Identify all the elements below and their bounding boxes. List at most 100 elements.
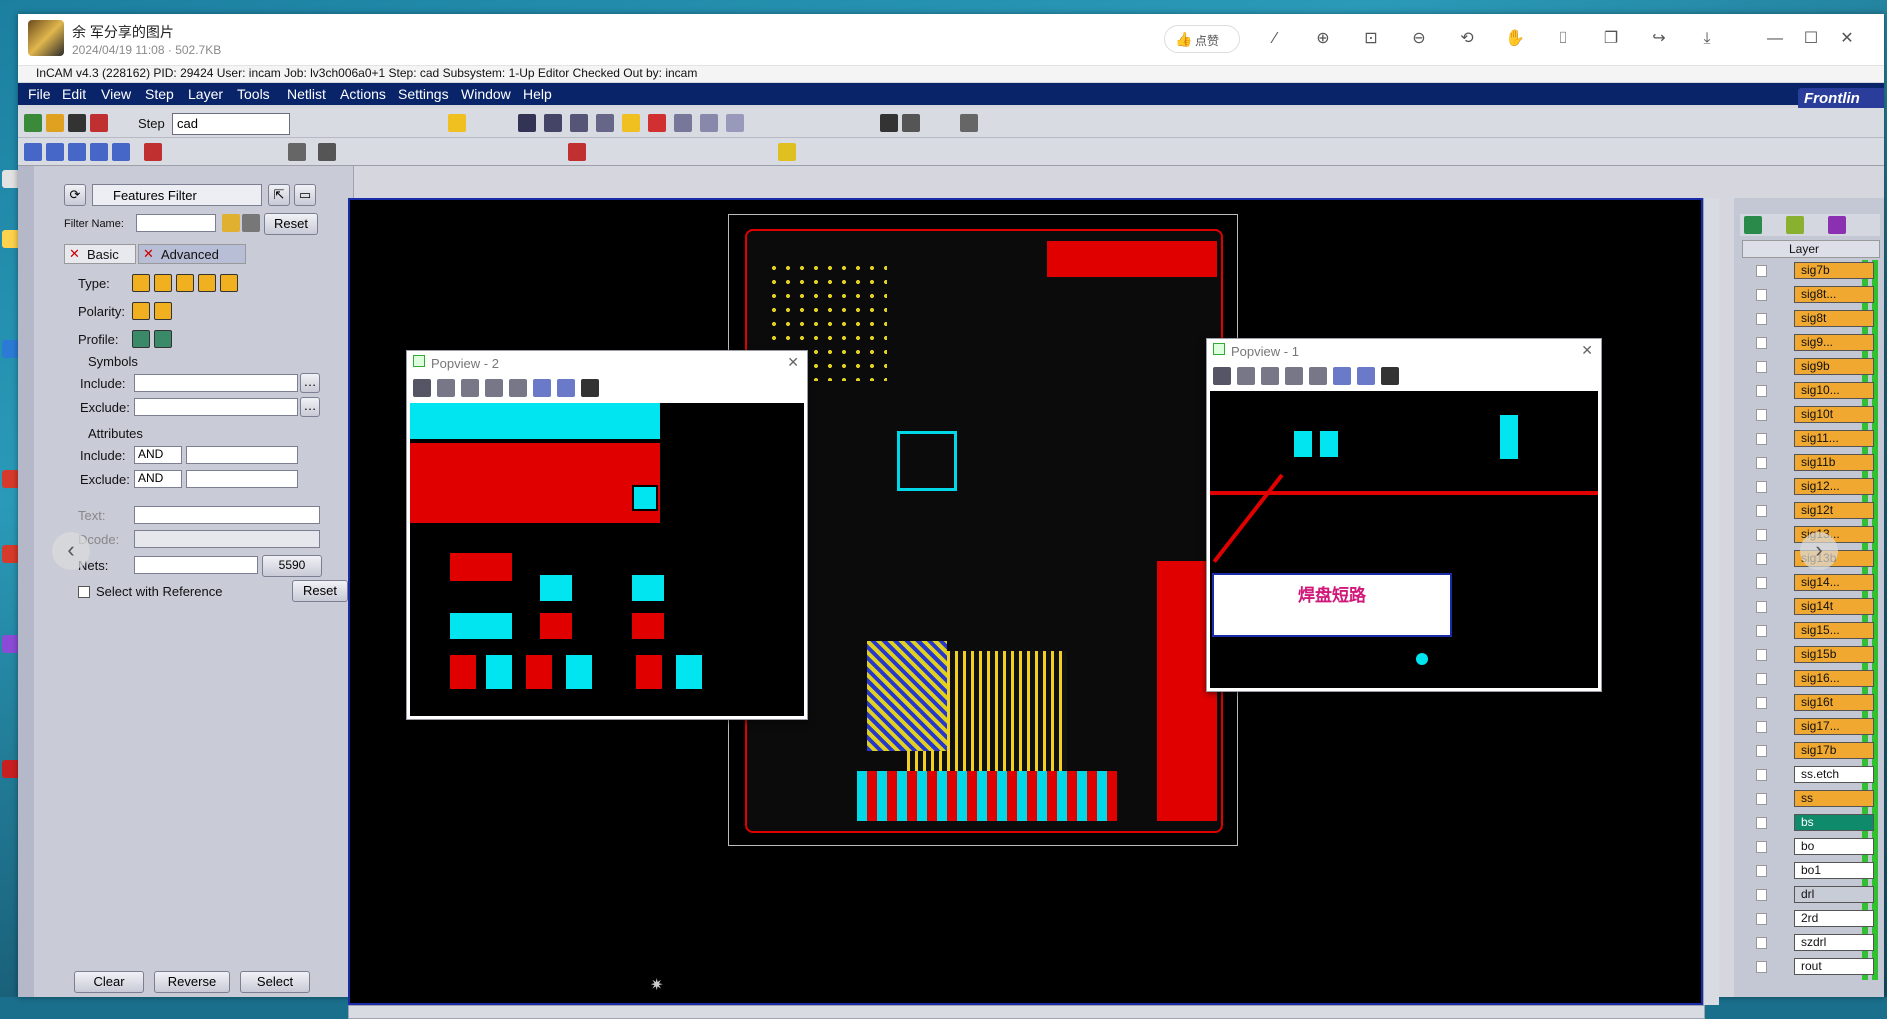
add-feature-icon[interactable] xyxy=(24,143,42,161)
clear-button[interactable]: Clear xyxy=(74,971,144,993)
profile-outside-icon[interactable] xyxy=(154,330,172,348)
layer-item[interactable]: sig14... xyxy=(1794,574,1874,591)
layer-checkbox[interactable] xyxy=(1756,937,1767,949)
reset-reference-button[interactable]: Reset xyxy=(292,580,348,602)
magic-wand-icon[interactable]: ⁄ xyxy=(1264,28,1286,50)
layer-item[interactable]: sig9... xyxy=(1794,334,1874,351)
delete-icon[interactable] xyxy=(648,114,666,132)
minimize-icon[interactable]: — xyxy=(1764,28,1786,50)
layer-checkbox[interactable] xyxy=(1756,553,1767,565)
fit-icon[interactable] xyxy=(413,379,431,397)
popout-icon[interactable]: ⇱ xyxy=(268,184,290,206)
layer-checkbox[interactable] xyxy=(1756,697,1767,709)
zoom-in-icon[interactable] xyxy=(1333,367,1351,385)
layer-checkbox[interactable] xyxy=(1756,337,1767,349)
copy-icon[interactable]: ❐ xyxy=(1600,28,1622,50)
select-icon[interactable] xyxy=(544,114,562,132)
menu-actions[interactable]: Actions xyxy=(340,86,386,102)
reset-button[interactable]: Reset xyxy=(264,213,318,235)
symbols-exclude-input[interactable] xyxy=(134,398,298,416)
layer-item[interactable]: sig17... xyxy=(1794,718,1874,735)
attributes-include-op[interactable]: AND xyxy=(134,446,182,464)
step-selector[interactable]: Step cad xyxy=(138,113,308,135)
line-type-icon[interactable] xyxy=(132,274,150,292)
add-pad-icon[interactable] xyxy=(68,143,86,161)
layer-item[interactable]: sig10... xyxy=(1794,382,1874,399)
nets-input[interactable] xyxy=(134,556,258,574)
next-image-icon[interactable]: › xyxy=(1800,532,1838,570)
save-icon[interactable] xyxy=(242,214,260,232)
highlight-icon[interactable] xyxy=(622,114,640,132)
copy-feature-icon[interactable] xyxy=(674,114,692,132)
close-job-icon[interactable] xyxy=(90,114,108,132)
download-icon[interactable]: ⤓ xyxy=(1696,28,1718,50)
layer-item[interactable]: rout xyxy=(1794,958,1874,975)
menu-layer[interactable]: Layer xyxy=(188,86,223,102)
layer-item[interactable]: szdrl xyxy=(1794,934,1874,951)
layer-checkbox[interactable] xyxy=(1756,601,1767,613)
dcode-input[interactable] xyxy=(134,530,320,548)
measure-icon[interactable] xyxy=(570,114,588,132)
layer-item[interactable]: sig8t xyxy=(1794,310,1874,327)
layer-checkbox[interactable] xyxy=(1756,529,1767,541)
matrix-icon[interactable] xyxy=(1828,216,1846,234)
select-with-reference-checkbox[interactable] xyxy=(78,586,90,598)
folder-icon[interactable] xyxy=(222,214,240,232)
layer-checkbox[interactable] xyxy=(1756,793,1767,805)
add-surface-icon[interactable] xyxy=(112,143,130,161)
popview-1-viewport[interactable]: 焊盘短路 xyxy=(1210,391,1598,688)
close-icon[interactable]: ✕ xyxy=(787,354,799,371)
layer-checkbox[interactable] xyxy=(1756,481,1767,493)
layer-item[interactable]: sig17b xyxy=(1794,742,1874,759)
edit-text-icon[interactable] xyxy=(778,143,796,161)
layer-checkbox[interactable] xyxy=(1756,265,1767,277)
layer-item[interactable]: sig15... xyxy=(1794,622,1874,639)
layer-item[interactable]: sig8t... xyxy=(1794,286,1874,303)
attributes-exclude-input[interactable] xyxy=(186,470,298,488)
layer-checkbox[interactable] xyxy=(1756,673,1767,685)
layer-item[interactable]: sig11... xyxy=(1794,430,1874,447)
positive-polarity-icon[interactable] xyxy=(132,302,150,320)
layer-item[interactable]: sig16t xyxy=(1794,694,1874,711)
menu-netlist[interactable]: Netlist xyxy=(287,86,326,102)
pan-right-icon[interactable] xyxy=(1309,367,1327,385)
edit-layers-icon[interactable] xyxy=(1786,216,1804,234)
pan-down-icon[interactable] xyxy=(461,379,479,397)
menu-step[interactable]: Step xyxy=(145,86,174,102)
layer-item[interactable]: 2rd xyxy=(1794,910,1874,927)
layer-checkbox[interactable] xyxy=(1756,721,1767,733)
attributes-include-input[interactable] xyxy=(186,446,298,464)
layer-item[interactable]: sig10t xyxy=(1794,406,1874,423)
layer-checkbox[interactable] xyxy=(1756,313,1767,325)
hand-icon[interactable]: ✋ xyxy=(1504,28,1526,50)
cut-icon[interactable] xyxy=(880,114,898,132)
layer-checkbox[interactable] xyxy=(1756,865,1767,877)
refresh-layers-icon[interactable] xyxy=(1744,216,1762,234)
menu-settings[interactable]: Settings xyxy=(398,86,449,102)
reverse-button[interactable]: Reverse xyxy=(154,971,230,993)
zoom-out-icon[interactable] xyxy=(557,379,575,397)
layer-checkbox[interactable] xyxy=(1756,361,1767,373)
ocr-icon[interactable]: ⌷ xyxy=(1552,28,1574,50)
actual-size-icon[interactable]: ⊡ xyxy=(1360,28,1382,50)
negative-polarity-icon[interactable] xyxy=(154,302,172,320)
filter-mode-select[interactable]: Features Filter xyxy=(92,184,262,206)
zoom-in-icon[interactable]: ⊕ xyxy=(1312,28,1334,50)
zoom-out-icon[interactable] xyxy=(1357,367,1375,385)
browse-button[interactable]: … xyxy=(300,397,320,417)
layer-item[interactable]: sig16... xyxy=(1794,670,1874,687)
layer-item[interactable]: bo1 xyxy=(1794,862,1874,879)
popview-2-viewport[interactable] xyxy=(410,403,804,716)
surface-type-icon[interactable] xyxy=(176,274,194,292)
like-button[interactable]: 👍 点赞 xyxy=(1164,25,1240,53)
menu-tools[interactable]: Tools xyxy=(237,86,270,102)
step-dropdown[interactable]: cad xyxy=(172,113,290,135)
pan-right-icon[interactable] xyxy=(509,379,527,397)
layer-item[interactable]: sig14t xyxy=(1794,598,1874,615)
zoom-icon[interactable] xyxy=(518,114,536,132)
symbols-include-input[interactable] xyxy=(134,374,298,392)
layer-checkbox[interactable] xyxy=(1756,817,1767,829)
layer-item[interactable]: sig15b xyxy=(1794,646,1874,663)
tab-basic[interactable]: ✕ Basic xyxy=(64,244,136,264)
layer-checkbox[interactable] xyxy=(1756,409,1767,421)
